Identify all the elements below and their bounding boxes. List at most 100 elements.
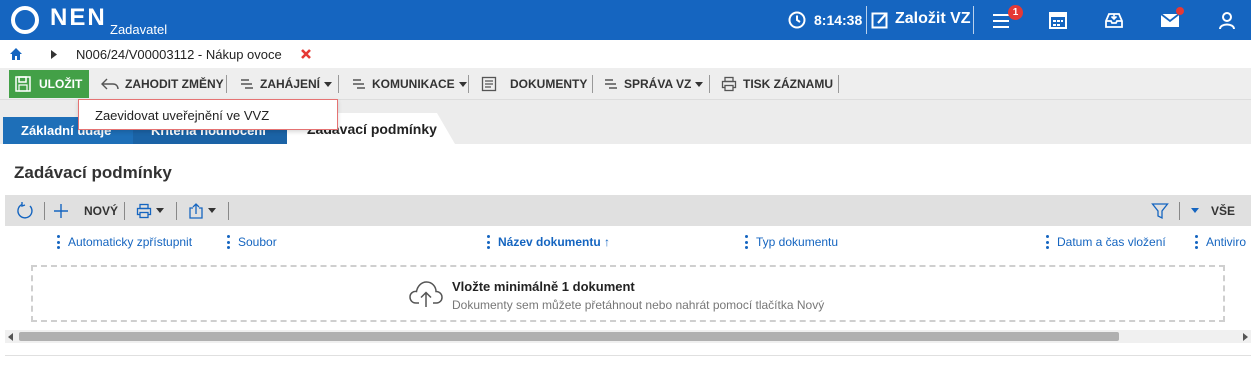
communication-label: KOMUNIKACE bbox=[372, 77, 455, 91]
print-record-button[interactable]: TISK ZÁZNAMU bbox=[721, 68, 833, 100]
print-label: TISK ZÁZNAMU bbox=[743, 77, 833, 91]
chevron-down-icon bbox=[208, 208, 216, 213]
management-menu-button[interactable]: SPRÁVA VZ bbox=[604, 68, 704, 100]
logo-text: NEN bbox=[50, 4, 107, 31]
start-label: ZAHÁJENÍ bbox=[260, 77, 321, 91]
calendar-icon[interactable] bbox=[1048, 10, 1068, 30]
menu-item-register-publication[interactable]: Zaevidovat uveřejnění ve VVZ bbox=[95, 108, 269, 123]
column-document-name[interactable]: Název dokumentu ↑ bbox=[487, 228, 610, 256]
toolbar-divider bbox=[228, 202, 229, 220]
column-antivirus[interactable]: Antiviro bbox=[1195, 228, 1251, 256]
logo-subtitle: Zadavatel bbox=[110, 22, 168, 37]
grid-toolbar: NOVÝ VŠE bbox=[5, 195, 1251, 226]
toolbar-divider bbox=[592, 75, 593, 93]
list-icon bbox=[241, 79, 253, 89]
column-menu-icon[interactable] bbox=[745, 235, 748, 249]
toolbar-divider bbox=[124, 202, 125, 220]
horizontal-scrollbar[interactable] bbox=[5, 330, 1251, 343]
documents-label: DOKUMENTY bbox=[510, 77, 588, 91]
toolbar-divider bbox=[468, 75, 469, 93]
column-label: Datum a čas vložení bbox=[1057, 235, 1166, 249]
session-time: 8:14:38 bbox=[814, 12, 863, 28]
save-label: ULOŽIT bbox=[39, 77, 83, 91]
save-button[interactable]: ULOŽIT bbox=[9, 70, 89, 98]
mail-unread-dot bbox=[1176, 7, 1184, 15]
home-icon[interactable] bbox=[9, 47, 23, 61]
scrollbar-thumb[interactable] bbox=[19, 332, 1119, 341]
toolbar-divider bbox=[838, 75, 839, 93]
edit-icon[interactable] bbox=[871, 11, 889, 29]
divider bbox=[5, 355, 1251, 356]
toolbar-divider bbox=[176, 202, 177, 220]
app-header: NEN Zadavatel 8:14:38 Založit VZ 1 bbox=[0, 0, 1251, 40]
cloud-upload-icon bbox=[409, 281, 443, 307]
column-label: Název dokumentu ↑ bbox=[498, 235, 611, 249]
dropzone-subtitle: Dokumenty sem můžete přetáhnout nebo nah… bbox=[452, 298, 825, 312]
close-icon[interactable] bbox=[300, 48, 312, 60]
column-auto-access[interactable]: Automaticky zpřístupnit bbox=[57, 228, 192, 256]
start-dropdown-menu: Zaevidovat uveřejnění ve VVZ bbox=[78, 99, 338, 130]
toolbar-divider bbox=[709, 75, 710, 93]
column-menu-icon[interactable] bbox=[57, 235, 60, 249]
header-divider bbox=[973, 6, 974, 34]
filter-all-label: VŠE bbox=[1211, 203, 1236, 218]
filter-all-dropdown[interactable]: VŠE bbox=[1191, 195, 1235, 226]
list-icon bbox=[605, 79, 617, 89]
list-icon bbox=[353, 79, 365, 89]
printer-icon bbox=[721, 76, 737, 92]
breadcrumb-current[interactable]: N006/24/V00003112 - Nákup ovoce bbox=[76, 47, 282, 62]
column-label: Automaticky zpřístupnit bbox=[68, 235, 193, 249]
file-dropzone[interactable]: Vložte minimálně 1 dokument Dokumenty se… bbox=[31, 265, 1225, 322]
nen-logo-icon[interactable] bbox=[10, 5, 40, 35]
column-label: Soubor bbox=[238, 235, 277, 249]
undo-icon bbox=[101, 78, 119, 90]
inbox-icon[interactable] bbox=[1104, 10, 1124, 30]
export-icon bbox=[189, 202, 203, 219]
discard-label: ZAHODIT ZMĚNY bbox=[125, 77, 224, 91]
new-label: NOVÝ bbox=[84, 203, 119, 218]
management-label: SPRÁVA VZ bbox=[624, 77, 692, 91]
discard-changes-button[interactable]: ZAHODIT ZMĚNY bbox=[101, 68, 224, 100]
document-icon bbox=[481, 76, 497, 92]
dropzone-title: Vložte minimálně 1 dokument bbox=[452, 279, 635, 294]
refresh-icon bbox=[17, 201, 33, 219]
chevron-down-icon bbox=[458, 81, 467, 87]
filter-icon bbox=[1151, 202, 1169, 219]
chevron-down-icon bbox=[695, 81, 704, 87]
save-icon bbox=[15, 76, 31, 92]
filter-button[interactable] bbox=[1151, 195, 1169, 226]
printer-icon bbox=[136, 203, 152, 218]
column-menu-icon[interactable] bbox=[1046, 235, 1049, 249]
column-menu-icon[interactable] bbox=[227, 235, 230, 249]
main-toolbar: ULOŽIT ZAHODIT ZMĚNY ZAHÁJENÍ KOMUNIKACE… bbox=[0, 68, 1251, 100]
clock-icon bbox=[788, 11, 806, 29]
plus-icon bbox=[54, 203, 68, 218]
scroll-right-icon[interactable] bbox=[1243, 333, 1248, 341]
scroll-left-icon[interactable] bbox=[8, 333, 13, 341]
start-menu-button[interactable]: ZAHÁJENÍ bbox=[240, 68, 333, 100]
chevron-down-icon bbox=[324, 81, 333, 87]
column-menu-icon[interactable] bbox=[1195, 235, 1198, 249]
breadcrumb: N006/24/V00003112 - Nákup ovoce bbox=[0, 40, 1251, 68]
toolbar-divider bbox=[44, 202, 45, 220]
notification-badge: 1 bbox=[1008, 5, 1023, 20]
print-menu-button[interactable] bbox=[136, 195, 164, 226]
refresh-button[interactable] bbox=[15, 195, 35, 226]
section-title: Zadávací podmínky bbox=[14, 163, 172, 182]
documents-button[interactable]: DOKUMENTY bbox=[481, 68, 587, 100]
column-label: Antiviro bbox=[1206, 235, 1247, 249]
column-label: Typ dokumentu bbox=[756, 235, 839, 249]
new-document-button[interactable]: NOVÝ bbox=[52, 195, 118, 226]
user-icon[interactable] bbox=[1217, 10, 1237, 30]
chevron-down-icon bbox=[156, 208, 164, 213]
communication-menu-button[interactable]: KOMUNIKACE bbox=[352, 68, 467, 100]
column-menu-icon[interactable] bbox=[487, 235, 490, 249]
create-contract-button[interactable]: Založit VZ bbox=[895, 10, 971, 28]
toolbar-divider bbox=[1179, 202, 1180, 220]
column-document-type[interactable]: Typ dokumentu bbox=[745, 228, 838, 256]
column-file[interactable]: Soubor bbox=[227, 228, 277, 256]
export-menu-button[interactable] bbox=[188, 195, 216, 226]
column-insert-datetime[interactable]: Datum a čas vložení bbox=[1046, 228, 1166, 256]
tab-active-edge bbox=[437, 113, 455, 144]
chevron-down-icon bbox=[1191, 208, 1199, 213]
